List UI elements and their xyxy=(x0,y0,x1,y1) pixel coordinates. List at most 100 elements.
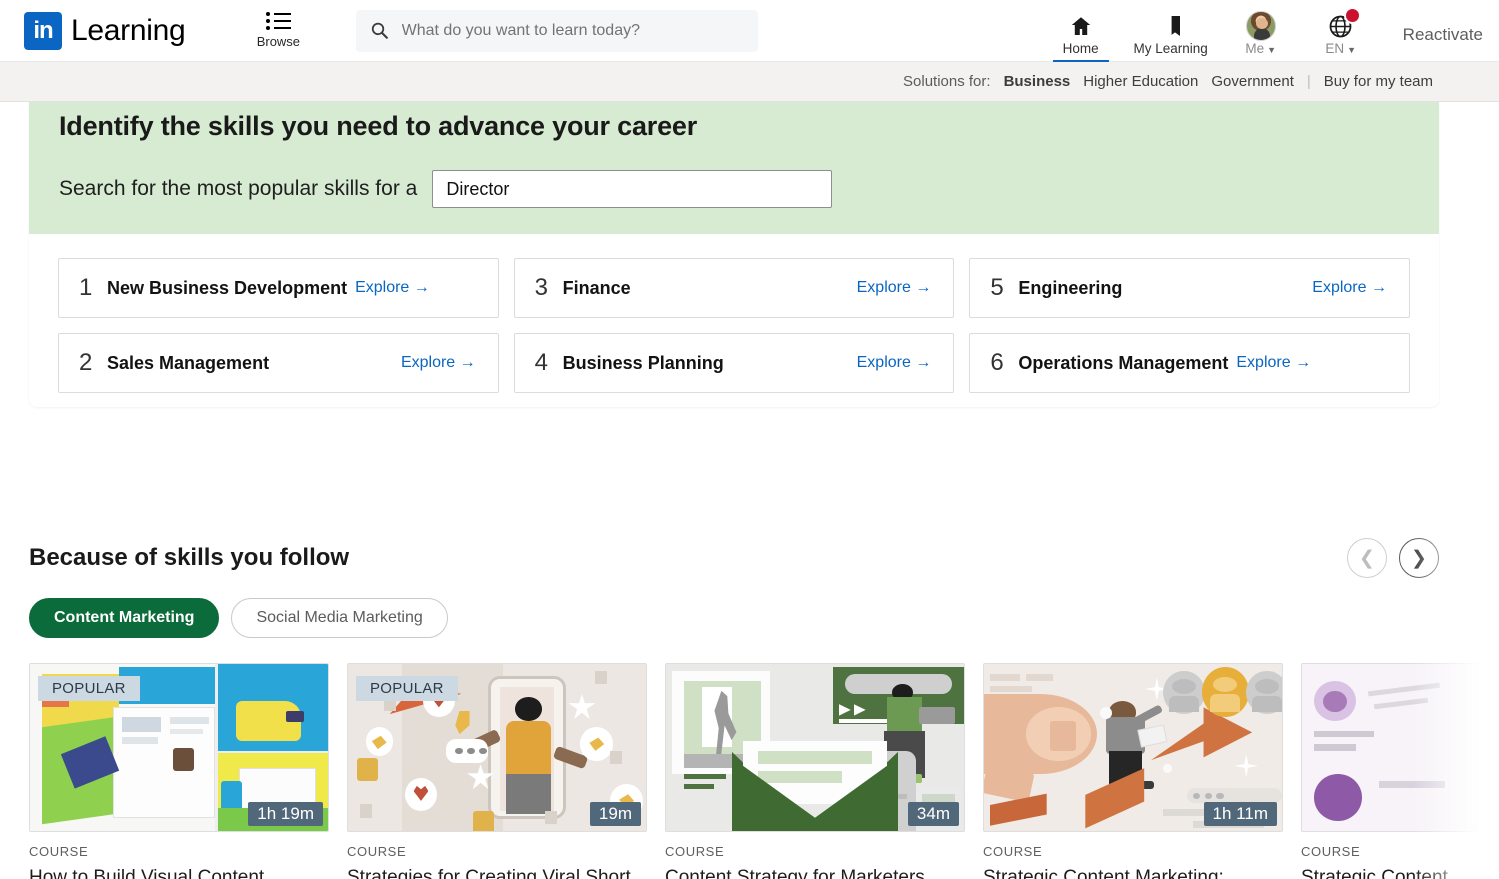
course-card[interactable]: 1h 11m COURSE Strategic Content Marketin… xyxy=(983,663,1283,879)
chevron-down-icon: ▼ xyxy=(1267,44,1277,55)
explore-link[interactable]: Explore → xyxy=(355,279,430,297)
course-type: COURSE xyxy=(29,844,89,859)
skill-card-2[interactable]: 2 Sales Management Explore → xyxy=(58,333,499,393)
course-title: Strategies for Creating Viral Short Form… xyxy=(347,867,631,879)
skill-name: New Business Development xyxy=(107,277,348,298)
nav-home-label: Home xyxy=(1062,40,1099,56)
solutions-link-government[interactable]: Government xyxy=(1211,73,1294,90)
explore-link[interactable]: Explore → xyxy=(1312,279,1387,297)
course-thumbnail: POPULAR 1h 19m xyxy=(29,663,329,832)
section-title: Because of skills you follow xyxy=(29,544,350,571)
skill-rank: 5 xyxy=(990,274,1004,301)
duration-badge: 19m xyxy=(589,802,641,826)
skill-rank: 4 xyxy=(534,349,549,376)
explore-link[interactable]: Explore → xyxy=(401,354,476,372)
popular-badge: POPULAR xyxy=(356,676,458,701)
course-title: Content Strategy for Marketers xyxy=(665,867,925,879)
skill-rank: 2 xyxy=(79,349,93,376)
popular-badge: POPULAR xyxy=(38,676,140,701)
notification-badge xyxy=(1344,6,1362,24)
nav-item-language[interactable]: EN ▼ xyxy=(1301,6,1381,62)
search-input[interactable] xyxy=(401,21,745,40)
course-card[interactable]: COURSE Strategic Content Marketing: Grow… xyxy=(1301,663,1496,879)
brand-label: Learning xyxy=(71,13,186,47)
course-title: Strategic Content Marketing: Grow Your R… xyxy=(1301,867,1448,879)
duration-badge: 1h 19m xyxy=(248,802,323,826)
career-skills-banner: Identify the skills you need to advance … xyxy=(29,102,1439,234)
explore-link[interactable]: Explore → xyxy=(1236,354,1311,372)
skill-rank: 3 xyxy=(534,274,549,301)
carousel-prev-button[interactable]: ❮ xyxy=(1347,538,1387,578)
skill-name: Business Planning xyxy=(562,352,724,373)
nav-item-home[interactable]: Home xyxy=(1041,13,1121,62)
nav-right-group: Home My Learning Me ▼ EN ▼ Reactivate xyxy=(1041,0,1499,62)
course-card[interactable]: POPULAR 19m COURSE Strategies for Creati… xyxy=(347,663,647,879)
solutions-label: Solutions for: xyxy=(903,73,991,90)
solutions-link-business[interactable]: Business xyxy=(1004,73,1071,90)
course-card[interactable]: 34m COURSE Content Strategy for Marketer… xyxy=(665,663,965,879)
skill-name: Operations Management xyxy=(1018,352,1229,373)
nav-me-label: Me ▼ xyxy=(1245,40,1277,56)
explore-link[interactable]: Explore → xyxy=(857,354,932,372)
because-of-skills-section: Because of skills you follow ❮ ❯ Content… xyxy=(0,502,1499,879)
global-search[interactable] xyxy=(356,9,759,52)
thumbnail-art xyxy=(1302,664,1496,831)
skill-card-4[interactable]: 4 Business Planning Explore → xyxy=(513,333,955,393)
course-card[interactable]: POPULAR 1h 19m COURSE How to Build Visua… xyxy=(29,663,329,879)
carousel-next-button[interactable]: ❯ xyxy=(1399,538,1439,578)
skill-filter-pills: Content Marketing Social Media Marketing xyxy=(0,598,1499,638)
course-title: Strategic Content Marketing: Attract, En… xyxy=(983,867,1224,879)
duration-badge: 34m xyxy=(907,802,959,826)
carousel-controls: ❮ ❯ xyxy=(1347,538,1439,578)
pill-social-media-marketing[interactable]: Social Media Marketing xyxy=(231,598,448,638)
duration-badge: 1h 11m xyxy=(1203,802,1277,826)
course-title: How to Build Visual Content Marketing St… xyxy=(29,867,265,879)
divider: | xyxy=(1306,73,1311,90)
role-input[interactable] xyxy=(432,170,833,208)
course-thumbnail: 34m xyxy=(665,663,965,832)
linkedin-learning-logo[interactable]: in Learning xyxy=(24,11,186,50)
course-thumbnail xyxy=(1301,663,1496,832)
banner-title: Identify the skills you need to advance … xyxy=(59,111,698,141)
chevron-down-icon: ▼ xyxy=(1347,44,1357,55)
book-icon xyxy=(1160,13,1182,40)
avatar xyxy=(1245,11,1276,41)
course-type: COURSE xyxy=(347,844,407,859)
nav-item-my-learning[interactable]: My Learning xyxy=(1121,13,1221,62)
course-type: COURSE xyxy=(665,844,725,859)
solutions-link-higher-education[interactable]: Higher Education xyxy=(1083,73,1198,90)
home-icon xyxy=(1069,13,1093,40)
skill-rank: 1 xyxy=(79,274,93,301)
pill-content-marketing[interactable]: Content Marketing xyxy=(29,598,220,638)
active-tab-indicator xyxy=(1052,59,1109,62)
top-navigation-bar: in Learning Browse Home xyxy=(0,0,1499,62)
course-thumbnail: POPULAR 19m xyxy=(347,663,647,832)
course-carousel: POPULAR 1h 19m COURSE How to Build Visua… xyxy=(0,663,1499,879)
nav-my-learning-label: My Learning xyxy=(1133,40,1208,56)
linkedin-icon: in xyxy=(24,11,62,50)
skill-name: Finance xyxy=(562,277,631,298)
skills-grid: 1 New Business Development Explore → 3 F… xyxy=(29,234,1439,393)
course-type: COURSE xyxy=(1301,844,1361,859)
buy-for-my-team-link[interactable]: Buy for my team xyxy=(1324,73,1433,90)
reactivate-link[interactable]: Reactivate xyxy=(1403,25,1483,45)
skill-card-5[interactable]: 5 Engineering Explore → xyxy=(969,258,1410,318)
banner-search-row: Search for the most popular skills for a xyxy=(59,170,1439,208)
browse-label: Browse xyxy=(256,34,301,49)
browse-button[interactable]: Browse xyxy=(247,12,309,49)
nav-item-me[interactable]: Me ▼ xyxy=(1221,11,1301,62)
globe-icon xyxy=(1328,6,1362,40)
browse-list-icon xyxy=(265,12,291,30)
section-header: Because of skills you follow ❮ ❯ xyxy=(0,530,1499,586)
skill-card-6[interactable]: 6 Operations Management Explore → xyxy=(969,333,1410,393)
banner-prompt: Search for the most popular skills for a xyxy=(59,177,418,200)
skills-panel: Identify the skills you need to advance … xyxy=(29,102,1439,407)
skill-rank: 6 xyxy=(990,349,1004,376)
skill-card-3[interactable]: 3 Finance Explore → xyxy=(513,258,955,318)
skill-card-1[interactable]: 1 New Business Development Explore → xyxy=(58,258,499,318)
skill-name: Sales Management xyxy=(107,352,270,373)
course-thumbnail: 1h 11m xyxy=(983,663,1283,832)
solutions-bar: Solutions for: Business Higher Education… xyxy=(0,62,1499,102)
search-icon xyxy=(372,22,389,39)
explore-link[interactable]: Explore → xyxy=(857,279,932,297)
